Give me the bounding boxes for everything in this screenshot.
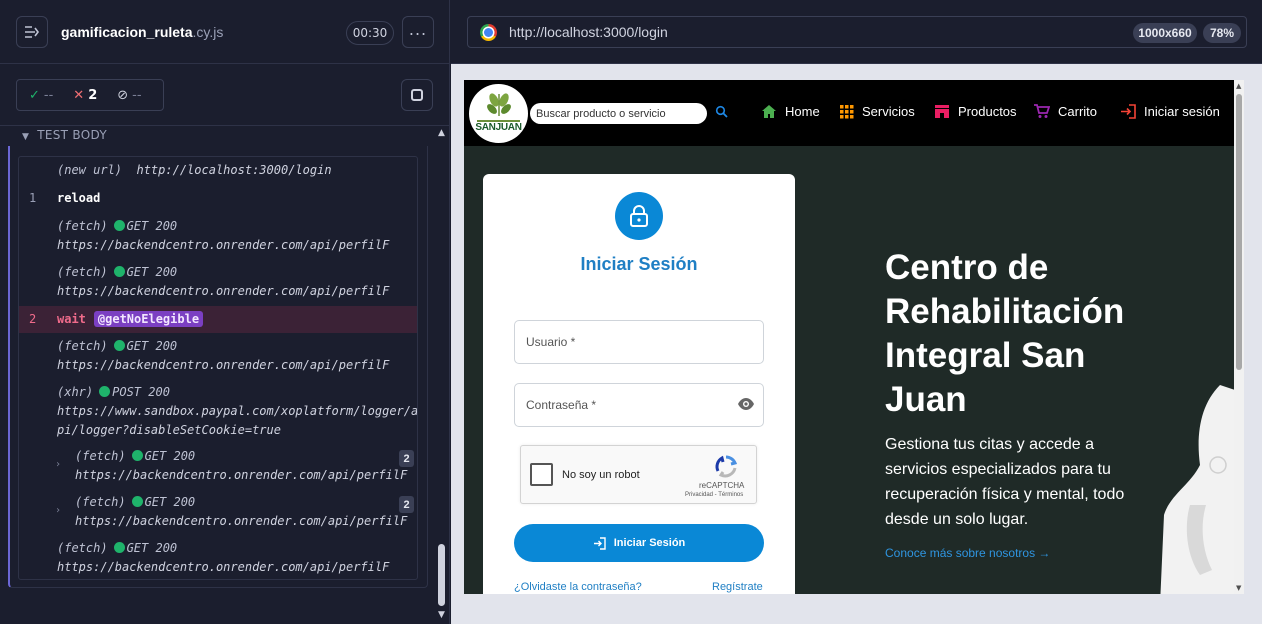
app-root: gamificacion_ruleta.cy.js 00:30 ... ✓ -- … [0, 0, 1262, 624]
stats-summary[interactable]: ✓ -- ✕ 2 ⊘ -- [16, 79, 164, 111]
site-search-input[interactable]: Buscar producto o servicio [530, 103, 707, 124]
duration-timer: 00:30 [346, 21, 394, 45]
cart-icon [1034, 104, 1050, 118]
status-dot-icon [131, 496, 143, 507]
scroll-down-arrow[interactable]: ▼ [1236, 584, 1241, 592]
viewport-size-badge[interactable]: 1000x660 [1133, 23, 1197, 43]
logo-text: SANJUAN [475, 122, 522, 133]
recaptcha-checkbox[interactable] [530, 463, 553, 486]
status-dot-icon [113, 542, 125, 553]
login-icon [593, 536, 606, 550]
scroll-up-arrow[interactable]: ▲ [438, 128, 445, 138]
count-badge: 2 [399, 496, 414, 513]
nav-cart[interactable]: Carrito [1034, 104, 1097, 119]
count-badge: 2 [399, 450, 414, 467]
lock-badge [615, 192, 663, 240]
preview-header: http://localhost:3000/login 1000x660 78% [451, 0, 1262, 64]
hero-subtitle: Gestiona tus citas y accede a servicios … [885, 436, 1125, 528]
viewport-scrollbar[interactable]: ▲ ▼ [1234, 80, 1244, 594]
alias-badge[interactable]: @getNoElegible [93, 311, 204, 327]
password-input[interactable]: Contraseña * [514, 383, 764, 427]
search-icon[interactable] [715, 105, 729, 119]
scroll-up-arrow[interactable]: ▲ [1236, 82, 1241, 90]
toggle-specs-button[interactable] [16, 15, 48, 48]
store-icon [935, 105, 949, 118]
command-row[interactable]: (fetch) GET 200 https://backendcentro.onr… [19, 219, 417, 257]
chrome-icon [480, 23, 497, 41]
eye-icon[interactable] [737, 397, 755, 411]
status-dot-icon [113, 220, 125, 231]
nav-products[interactable]: Productos [934, 104, 1017, 119]
chevron-right-icon[interactable]: › [55, 505, 61, 516]
zoom-badge[interactable]: 78% [1203, 23, 1241, 43]
status-dot-icon [99, 386, 111, 397]
caret-down-icon: ▼ [22, 132, 30, 142]
recaptcha-links[interactable]: Privacidad - Términos [685, 492, 743, 498]
runner-panel: gamificacion_ruleta.cy.js 00:30 ... ✓ -- … [0, 0, 450, 624]
status-dot-icon [113, 266, 125, 277]
stats-bar: ✓ -- ✕ 2 ⊘ -- [0, 64, 449, 126]
command-row[interactable]: (fetch) GET 200 https://backendcentro.onr… [19, 339, 417, 377]
status-dot-icon [131, 450, 143, 461]
url-text: http://localhost:3000/login [509, 24, 668, 40]
username-input[interactable]: Usuario * [514, 320, 764, 364]
login-submit-button[interactable]: Iniciar Sesión [514, 524, 764, 562]
command-row[interactable]: (new url) http://localhost:3000/login [19, 163, 417, 183]
command-row-active[interactable]: 2 wait @getNoElegible [19, 306, 417, 333]
command-row-group[interactable]: › (fetch) GET 200 https://backendcentro.o… [19, 449, 417, 487]
check-icon: ✓ [29, 87, 40, 103]
login-card: Iniciar Sesión Usuario * Contraseña * No… [483, 174, 795, 594]
specs-list-icon [25, 25, 39, 38]
grid-icon [840, 104, 854, 118]
app-preview: http://localhost:3000/login 1000x660 78% [451, 0, 1262, 624]
recaptcha-label: No soy un robot [562, 469, 640, 481]
url-bar[interactable]: http://localhost:3000/login 1000x660 78% [467, 16, 1247, 48]
more-options-button[interactable]: ... [402, 16, 434, 48]
viewport-scroll-thumb[interactable] [1236, 94, 1242, 370]
site-logo[interactable]: SANJUAN [469, 84, 528, 143]
site-navbar: SANJUAN Buscar producto o servicio Home … [464, 80, 1234, 146]
leaf-logo-icon [487, 93, 511, 116]
register-link[interactable]: Regístrate [712, 581, 763, 593]
stop-icon [411, 89, 423, 101]
hero-title: Centro de Rehabilitación Integral San Ju… [885, 248, 1125, 419]
passed-count: ✓ -- [29, 87, 54, 103]
command-log: (new url) http://localhost:3000/login 1r… [18, 156, 418, 580]
command-log-scrollbar[interactable] [438, 544, 445, 606]
status-dot-icon [113, 340, 125, 351]
doctor-image [1160, 385, 1244, 594]
command-row[interactable]: (fetch) GET 200 https://backendcentro.onr… [19, 265, 417, 303]
login-icon [1121, 104, 1136, 119]
spec-title: gamificacion_ruleta.cy.js [61, 23, 224, 40]
failed-count: ✕ 2 [73, 87, 98, 103]
home-icon [762, 105, 776, 118]
x-icon: ✕ [73, 87, 85, 103]
login-title: Iniciar Sesión [580, 254, 698, 274]
about-us-link[interactable]: Conoce más sobre nosotros → [885, 546, 1050, 560]
nav-login[interactable]: Iniciar sesión [1120, 104, 1220, 119]
forgot-password-link[interactable]: ¿Olvidaste la contraseña? [514, 581, 642, 593]
app-viewport: SANJUAN Buscar producto o servicio Home … [464, 80, 1244, 594]
command-row[interactable]: (xhr) POST 200 https://www.sandbox.paypal… [19, 385, 417, 441]
recaptcha-icon [715, 455, 738, 478]
chevron-right-icon[interactable]: › [55, 459, 61, 470]
recaptcha-widget: No soy un robot reCAPTCHA Privacidad - T… [520, 445, 757, 504]
nav-services[interactable]: Servicios [840, 104, 915, 119]
nav-home[interactable]: Home [761, 104, 820, 119]
lock-icon [630, 205, 648, 227]
test-body-header[interactable]: ▼ TEST BODY [22, 128, 107, 142]
ellipsis-icon: ... [408, 19, 428, 39]
stop-button[interactable] [401, 79, 433, 111]
pending-count: ⊘ -- [117, 87, 142, 103]
command-row[interactable]: (fetch) GET 200 https://backendcentro.onr… [19, 541, 417, 579]
pending-icon: ⊘ [117, 87, 129, 103]
command-row[interactable]: 1 reload [19, 191, 417, 211]
scroll-down-arrow[interactable]: ▼ [438, 610, 445, 620]
command-row-group[interactable]: › (fetch) GET 200 https://backendcentro.o… [19, 495, 417, 533]
recaptcha-brand: reCAPTCHA [699, 481, 745, 490]
